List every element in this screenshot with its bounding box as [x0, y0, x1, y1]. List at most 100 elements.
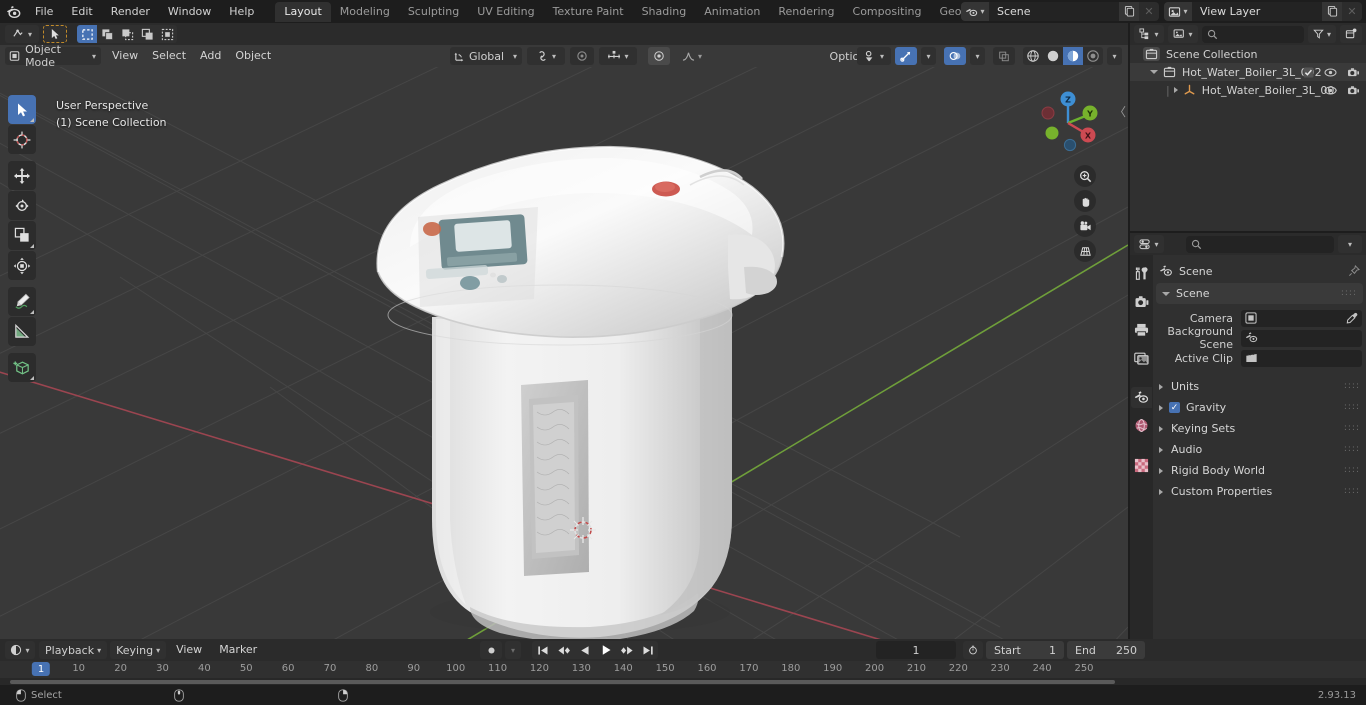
- gizmo-options-dropdown[interactable]: ▾: [921, 47, 936, 65]
- new-scene-button[interactable]: [1119, 2, 1139, 21]
- top-menu-edit[interactable]: Edit: [62, 3, 101, 21]
- outliner-row[interactable]: Scene Collection: [1130, 45, 1366, 63]
- viewport-menu-select[interactable]: Select: [145, 47, 193, 65]
- transport-play[interactable]: [595, 641, 616, 659]
- shading-mode-group[interactable]: [1023, 47, 1103, 65]
- view-layer-tab[interactable]: [1131, 347, 1152, 368]
- select-mode-intersect-icon[interactable]: [157, 25, 177, 43]
- tool-transform[interactable]: [8, 251, 36, 280]
- object-mode-selector[interactable]: Object Mode ▾: [5, 43, 101, 69]
- subpanel-rigid-body-world[interactable]: Rigid Body World::::: [1153, 460, 1366, 481]
- tool-add-cube[interactable]: [8, 353, 36, 382]
- select-mode-extend-icon[interactable]: [97, 25, 117, 43]
- chevron-right-icon[interactable]: [1159, 383, 1163, 390]
- top-menu-render[interactable]: Render: [102, 3, 159, 21]
- chevron-right-icon[interactable]: [1159, 425, 1163, 432]
- drag-dots-icon[interactable]: ::::: [1344, 424, 1360, 433]
- proportional-falloff-toggle[interactable]: [648, 47, 670, 65]
- drag-dots-icon[interactable]: ::::: [1341, 289, 1357, 298]
- shading-options-dropdown[interactable]: ▾: [1107, 47, 1122, 65]
- playback-transport-group[interactable]: [532, 641, 658, 659]
- render-camera-icon[interactable]: [1347, 85, 1360, 96]
- outliner-search-input[interactable]: [1202, 25, 1304, 43]
- subpanel-audio[interactable]: Audio::::: [1153, 439, 1366, 460]
- outliner-filter-button[interactable]: ▾: [1308, 25, 1336, 43]
- timeline-playhead[interactable]: 1: [31, 662, 51, 676]
- properties-tab-column[interactable]: [1130, 255, 1153, 639]
- drag-dots-icon[interactable]: ::::: [1344, 403, 1360, 412]
- workspace-tab-uv-editing[interactable]: UV Editing: [468, 2, 543, 22]
- pin-icon[interactable]: [1348, 265, 1360, 277]
- top-menu-file[interactable]: File: [26, 3, 62, 21]
- tool-annotate[interactable]: [8, 287, 36, 316]
- tool-rotate[interactable]: [8, 191, 36, 220]
- viewport-nav-buttons[interactable]: [1074, 165, 1096, 262]
- timeline-menu-keying[interactable]: Keying ▾: [110, 641, 167, 659]
- auto-keying-options-dropdown[interactable]: ▾: [505, 641, 521, 659]
- drag-dots-icon[interactable]: ::::: [1344, 382, 1360, 391]
- proportional-edit-toggle[interactable]: [570, 47, 594, 65]
- visibility-eye-icon[interactable]: [1324, 85, 1337, 96]
- outliner-row[interactable]: Hot_Water_Boiler_3L_002: [1130, 63, 1366, 81]
- timeline-scrollbar[interactable]: [0, 679, 1366, 685]
- active-clip-field[interactable]: [1241, 349, 1362, 367]
- outliner-display-mode[interactable]: ▾: [1168, 25, 1198, 43]
- select-mode-subtract-icon[interactable]: [117, 25, 137, 43]
- drag-dots-icon[interactable]: ::::: [1344, 487, 1360, 496]
- scene-tab[interactable]: [1131, 387, 1152, 408]
- new-view-layer-button[interactable]: [1322, 2, 1342, 21]
- properties-editor[interactable]: ▾ ▾ Scene Scene:::: Camera Background S…: [1130, 233, 1366, 639]
- workspace-tab-compositing[interactable]: Compositing: [844, 2, 931, 22]
- visibility-selector[interactable]: ▾: [857, 47, 891, 65]
- camera-field[interactable]: [1241, 309, 1362, 327]
- view-layer-name-field[interactable]: View Layer: [1192, 2, 1322, 21]
- timeline-menu-playback[interactable]: Playback ▾: [39, 641, 108, 659]
- tweak-tool-header-icon[interactable]: [43, 25, 67, 43]
- select-mode-set-icon[interactable]: [77, 25, 97, 43]
- viewport-sidebar-toggle[interactable]: 〈: [1114, 103, 1126, 120]
- tool-tab[interactable]: [1131, 263, 1152, 284]
- transport-jump-start[interactable]: [532, 641, 553, 659]
- frame-start-field[interactable]: Start 1: [986, 641, 1064, 659]
- blender-logo-icon[interactable]: [0, 0, 26, 23]
- tool-scale[interactable]: [8, 221, 36, 250]
- output-tab[interactable]: [1131, 319, 1152, 340]
- transport-next-keyframe[interactable]: [616, 641, 637, 659]
- viewport-menu-view[interactable]: View: [105, 47, 145, 65]
- navigation-gizmo[interactable]: Z Y X: [1030, 85, 1106, 161]
- transform-orientation-selector[interactable]: Global ▾: [450, 47, 522, 65]
- outliner-tree[interactable]: Scene Collection Hot_Water_Boiler_3L_002 |…: [1130, 45, 1366, 99]
- timeline-editor[interactable]: ▾ Playback ▾ Keying ▾ View Marker ▾ 1 St…: [0, 639, 1366, 685]
- unlink-scene-button[interactable]: ✕: [1139, 2, 1159, 21]
- top-menu-help[interactable]: Help: [220, 3, 263, 21]
- tool-tweak[interactable]: [8, 95, 36, 124]
- 3d-viewport[interactable]: ▾ Object Mode ▾ View Select Add Object Glob…: [0, 23, 1128, 639]
- view-layer-icon[interactable]: ▾: [1164, 2, 1192, 21]
- scene-selector[interactable]: ▾ Scene ✕: [961, 2, 1159, 21]
- scene-panel-header[interactable]: Scene ::::: [1156, 283, 1363, 304]
- render-tab[interactable]: [1131, 291, 1152, 312]
- drag-dots-icon[interactable]: ::::: [1344, 466, 1360, 475]
- select-mode-invert-icon[interactable]: [137, 25, 157, 43]
- timeline-menu-marker[interactable]: Marker: [212, 641, 264, 659]
- overlay-options-dropdown[interactable]: ▾: [970, 47, 985, 65]
- current-frame-field[interactable]: 1: [876, 641, 956, 659]
- ortho-perspective-icon[interactable]: [1074, 240, 1096, 262]
- subpanel-gravity[interactable]: ✓ Gravity::::: [1153, 397, 1366, 418]
- tool-measure[interactable]: [8, 317, 36, 346]
- workspace-tab-layout[interactable]: Layout: [275, 1, 331, 22]
- subpanel-units[interactable]: Units::::: [1153, 376, 1366, 397]
- visibility-eye-icon[interactable]: [1324, 67, 1337, 78]
- properties-options-dropdown[interactable]: ▾: [1338, 235, 1362, 253]
- editor-type-selector[interactable]: ▾: [5, 25, 39, 43]
- eyedropper-icon[interactable]: [1346, 312, 1358, 324]
- pan-hand-icon[interactable]: [1074, 190, 1096, 212]
- snap-toggle[interactable]: ▾: [527, 47, 565, 65]
- chevron-right-icon[interactable]: [1159, 467, 1163, 474]
- workspace-tab-texture-paint[interactable]: Texture Paint: [544, 2, 633, 22]
- tool-cursor[interactable]: [8, 125, 36, 154]
- properties-editor-type[interactable]: ▾: [1134, 235, 1164, 253]
- scene-subpanels[interactable]: Units:::: ✓ Gravity:::: Keying Sets:::: Audi…: [1153, 376, 1366, 502]
- select-mode-group[interactable]: [77, 25, 177, 43]
- row-checkbox[interactable]: [1303, 66, 1314, 78]
